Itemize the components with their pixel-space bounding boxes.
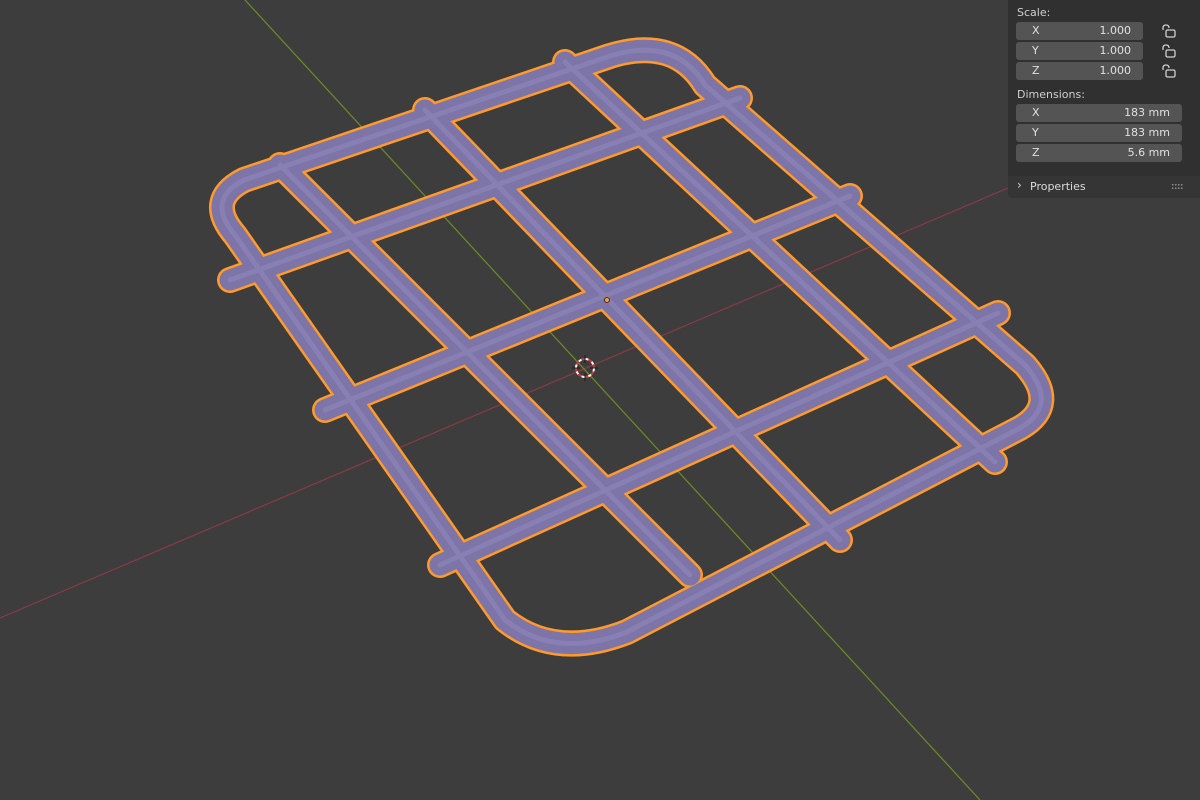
scale-z-value: 1.000 bbox=[1099, 64, 1132, 77]
dimensions-section-label: Dimensions: bbox=[1017, 88, 1085, 101]
dimensions-z-axis-label: Z bbox=[1032, 146, 1040, 159]
grid-frame-mesh[interactable] bbox=[209, 37, 1055, 657]
drag-handle-icon[interactable] bbox=[1172, 184, 1185, 190]
scale-y-axis-label: Y bbox=[1032, 44, 1039, 57]
dimensions-x-field[interactable]: X 183 mm bbox=[1016, 104, 1182, 122]
properties-label: Properties bbox=[1030, 180, 1086, 193]
dimensions-z-field[interactable]: Z 5.6 mm bbox=[1016, 144, 1182, 162]
chevron-right-icon: › bbox=[1017, 178, 1022, 192]
origin-dot[interactable] bbox=[604, 297, 610, 303]
scale-x-axis-label: X bbox=[1032, 24, 1040, 37]
scale-z-field[interactable]: Z 1.000 bbox=[1016, 62, 1143, 80]
dimensions-y-field[interactable]: Y 183 mm bbox=[1016, 124, 1182, 142]
dimensions-y-axis-label: Y bbox=[1032, 126, 1039, 139]
dimensions-y-value: 183 mm bbox=[1124, 126, 1170, 139]
scale-x-unlocked-icon[interactable] bbox=[1160, 24, 1176, 38]
sidebar-n-panel: Scale: X 1.000 Y 1.000 Z 1.000 Dimension… bbox=[1008, 0, 1200, 198]
scale-x-value: 1.000 bbox=[1099, 24, 1132, 37]
scale-y-unlocked-icon[interactable] bbox=[1160, 44, 1176, 58]
properties-panel-header[interactable]: › Properties bbox=[1008, 176, 1200, 198]
scale-x-field[interactable]: X 1.000 bbox=[1016, 22, 1143, 40]
dimensions-z-value: 5.6 mm bbox=[1127, 146, 1170, 159]
scale-section-label: Scale: bbox=[1017, 6, 1051, 19]
scale-y-value: 1.000 bbox=[1099, 44, 1132, 57]
scale-z-axis-label: Z bbox=[1032, 64, 1040, 77]
scale-y-field[interactable]: Y 1.000 bbox=[1016, 42, 1143, 60]
dimensions-x-value: 183 mm bbox=[1124, 106, 1170, 119]
dimensions-x-axis-label: X bbox=[1032, 106, 1040, 119]
scale-z-unlocked-icon[interactable] bbox=[1160, 64, 1176, 78]
